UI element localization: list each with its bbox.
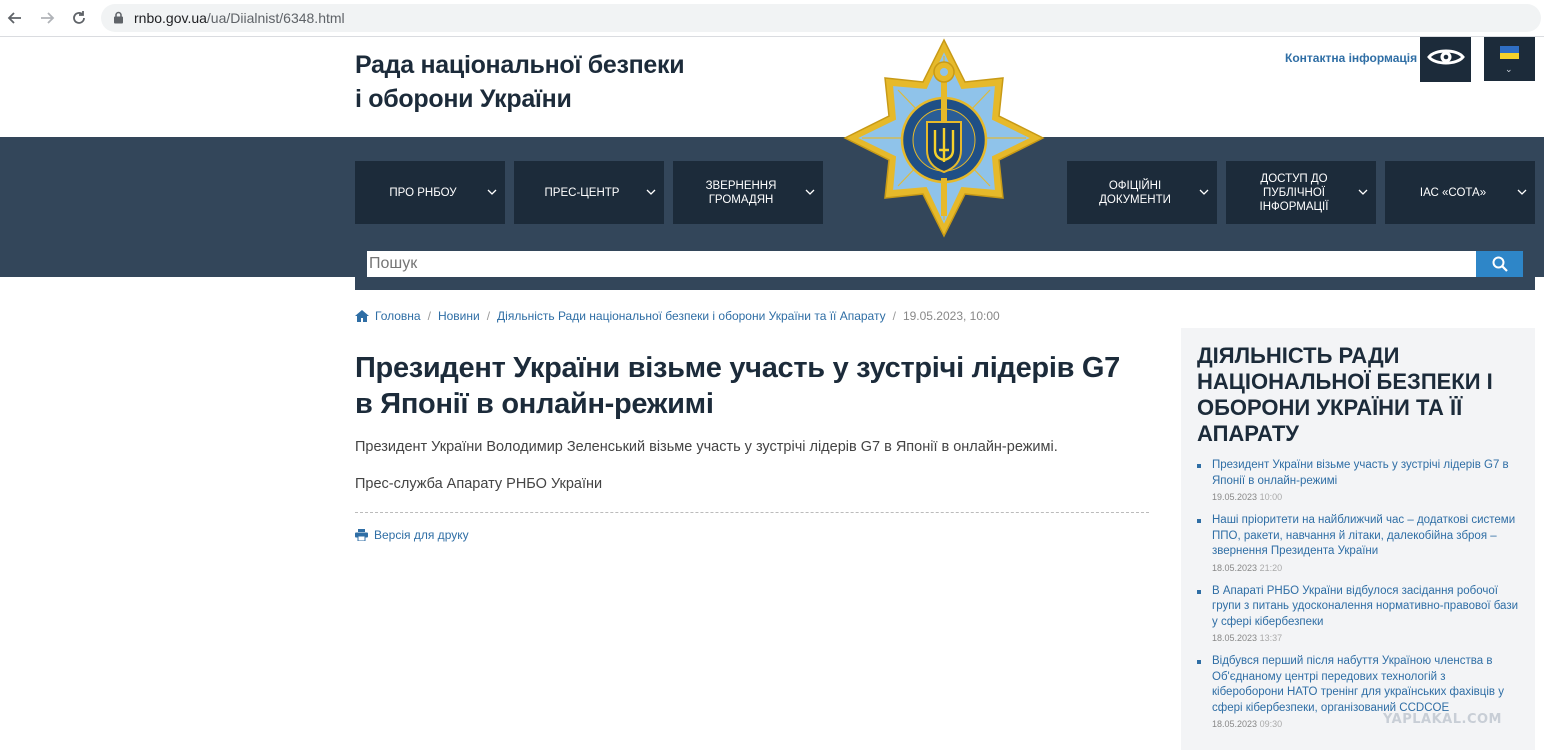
chevron-down-icon: ⌄ [1505, 64, 1513, 74]
nav-item-citizen-appeals[interactable]: Звернення громадян [673, 161, 823, 224]
sidebar-news-datetime: 19.05.2023 10:00 [1212, 492, 1519, 502]
nav-item-label: Про РНБОУ [389, 186, 457, 199]
nav-item-label: Звернення громадян [705, 179, 777, 206]
nav-item-about[interactable]: Про РНБОУ [355, 161, 505, 224]
search-icon [1492, 256, 1508, 272]
breadcrumb-separator: / [427, 309, 431, 323]
article-lead: Президент України Володимир Зеленський в… [355, 439, 1058, 455]
url-text: rnbo.gov.ua/ua/Diialnist/6348.html [134, 10, 345, 26]
sidebar-news-list: Президент України візьме участь у зустрі… [1197, 458, 1519, 740]
site-title[interactable]: Рада національної безпеки і оборони Укра… [355, 48, 695, 116]
contact-info-link[interactable]: Контактна інформація [1285, 51, 1417, 65]
ukraine-flag-icon [1500, 46, 1519, 59]
news-date: 18.05.2023 [1212, 719, 1258, 729]
nav-item-public-info[interactable]: Доступ до публічної інформації [1226, 161, 1376, 224]
chevron-down-icon [1517, 189, 1527, 195]
breadcrumb-date: 19.05.2023, 10:00 [902, 309, 1000, 323]
site-title-line2: і оборони України [355, 85, 572, 113]
chevron-down-icon [646, 189, 656, 195]
nav-item-official-documents[interactable]: Офіційні документи [1067, 161, 1217, 224]
reload-icon[interactable] [69, 8, 89, 28]
nav-item-label: Офіційні документи [1099, 179, 1171, 206]
back-arrow-icon[interactable] [5, 8, 25, 28]
news-time: 13:37 [1259, 633, 1283, 643]
list-item: В Апараті РНБО України відбулося засідан… [1197, 584, 1519, 643]
breadcrumb-section[interactable]: Діяльність Ради національної безпеки і о… [497, 309, 886, 323]
home-icon[interactable] [355, 310, 369, 322]
sidebar-news-datetime: 18.05.2023 13:37 [1212, 633, 1519, 643]
site-title-line1: Рада національної безпеки [355, 51, 685, 79]
breadcrumb-separator: / [486, 309, 491, 323]
print-version-label: Версія для друку [374, 528, 469, 542]
nav-item-press-center[interactable]: Прес-центр [514, 161, 664, 224]
list-item: Президент України візьме участь у зустрі… [1197, 458, 1519, 502]
article-title: Президент України візьме участь у зустрі… [355, 352, 1120, 420]
address-bar[interactable]: rnbo.gov.ua/ua/Diialnist/6348.html [101, 4, 1541, 32]
search-input[interactable] [367, 251, 1476, 277]
chevron-down-icon [487, 189, 497, 195]
eye-icon [1426, 46, 1465, 73]
forward-arrow-icon[interactable] [37, 8, 57, 28]
sidebar-news-link[interactable]: В Апараті РНБО України відбулося засідан… [1212, 584, 1519, 631]
search-button[interactable] [1476, 251, 1523, 277]
news-date: 19.05.2023 [1212, 492, 1258, 502]
chevron-down-icon [1358, 189, 1368, 195]
nav-item-ias-sota[interactable]: ІАС «СОТА» [1385, 161, 1535, 224]
news-date: 18.05.2023 [1212, 633, 1258, 643]
chevron-down-icon [805, 189, 815, 195]
printer-icon [355, 529, 368, 541]
breadcrumb-news[interactable]: Новини [438, 309, 480, 323]
sidebar-title: Діяльність Ради національної безпеки і о… [1197, 343, 1493, 446]
list-item: Наші пріоритети на найближчий час – дода… [1197, 513, 1519, 573]
news-time: 10:00 [1259, 492, 1283, 502]
nav-item-label: Доступ до публічної інформації [1259, 172, 1329, 213]
watermark: YAPLAKAL.COM [1383, 712, 1502, 727]
sidebar-news-datetime: 18.05.2023 21:20 [1212, 563, 1519, 573]
breadcrumb: Головна / Новини / Діяльність Ради націо… [355, 309, 1000, 323]
news-time: 09:30 [1259, 719, 1283, 729]
sidebar-news-link[interactable]: Відбувся перший після набуття Україною ч… [1212, 654, 1519, 716]
sidebar-related-news: Діяльність Ради національної безпеки і о… [1181, 328, 1535, 750]
article-signature: Прес-служба Апарату РНБО України [355, 476, 603, 492]
accessibility-button[interactable] [1420, 37, 1471, 82]
divider [355, 512, 1149, 513]
print-version-link[interactable]: Версія для друку [355, 528, 469, 542]
nav-item-label: ІАС «СОТА» [1419, 186, 1487, 199]
news-date: 18.05.2023 [1212, 562, 1258, 573]
breadcrumb-home[interactable]: Головна [375, 309, 421, 323]
news-time: 21:20 [1259, 562, 1283, 573]
lock-icon [113, 11, 124, 29]
language-button[interactable]: ⌄ [1484, 37, 1535, 81]
browser-toolbar: rnbo.gov.ua/ua/Diialnist/6348.html [0, 0, 1544, 37]
sidebar-news-link[interactable]: Президент України візьме участь у зустрі… [1212, 458, 1519, 489]
breadcrumb-separator: / [892, 309, 896, 323]
nsdc-emblem-logo[interactable] [843, 38, 1045, 238]
chevron-down-icon [1199, 189, 1209, 195]
nav-item-label: Прес-центр [544, 186, 620, 199]
sidebar-news-link[interactable]: Наші пріоритети на найближчий час – дода… [1212, 513, 1519, 560]
